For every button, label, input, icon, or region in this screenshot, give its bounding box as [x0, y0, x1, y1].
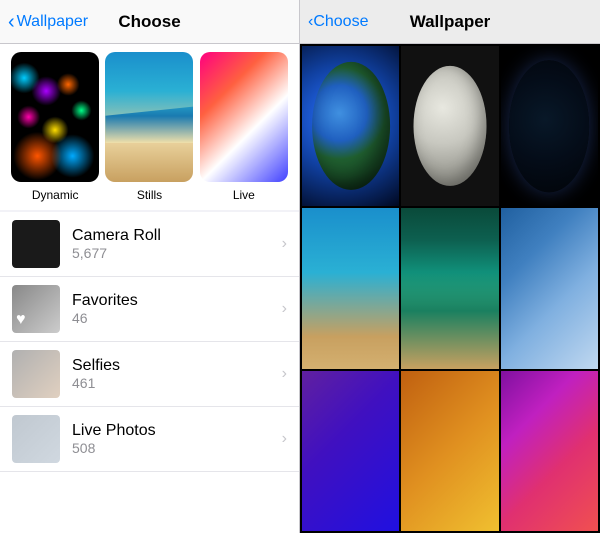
wallpaper-earth[interactable] — [302, 46, 399, 206]
left-back-label: Wallpaper — [17, 13, 88, 31]
favorites-name: Favorites — [72, 292, 282, 310]
dynamic-thumbnail — [11, 52, 99, 182]
favorites-count: 46 — [72, 310, 282, 326]
selfies-count: 461 — [72, 375, 282, 391]
stills-thumb-image — [105, 52, 193, 182]
album-selfies[interactable]: Selfies 461 › — [0, 342, 299, 407]
wallpaper-orange[interactable] — [401, 371, 498, 531]
selfies-thumbnail — [12, 350, 60, 398]
live-thumbnail — [200, 52, 288, 182]
favorites-chevron-icon: › — [282, 300, 287, 318]
favorites-thumbnail — [12, 285, 60, 333]
camera-roll-count: 5,677 — [72, 245, 282, 261]
live-photos-thumbnail — [12, 415, 60, 463]
album-favorites[interactable]: Favorites 46 › — [0, 277, 299, 342]
right-nav-bar: ‹ Choose Wallpaper — [300, 0, 600, 44]
live-photos-text: Live Photos 508 — [72, 422, 282, 456]
category-dynamic[interactable]: Dynamic — [8, 52, 102, 210]
right-back-button[interactable]: ‹ Choose — [308, 13, 368, 31]
wallpaper-ocean[interactable] — [302, 208, 399, 368]
live-thumb-image — [200, 52, 288, 182]
wallpaper-ios-blue[interactable] — [501, 208, 598, 368]
stills-thumbnail — [105, 52, 193, 182]
wallpaper-grid — [300, 44, 600, 533]
favorites-thumb-image — [12, 285, 60, 333]
left-title: Choose — [118, 12, 180, 32]
wallpaper-moon[interactable] — [401, 46, 498, 206]
left-nav-bar: ‹ Wallpaper Choose — [0, 0, 299, 44]
right-title: Wallpaper — [410, 12, 491, 32]
left-back-chevron-icon: ‹ — [8, 12, 15, 32]
wallpaper-teal[interactable] — [401, 208, 498, 368]
album-live-photos[interactable]: Live Photos 508 › — [0, 407, 299, 472]
camera-roll-name: Camera Roll — [72, 227, 282, 245]
wallpaper-flower[interactable] — [501, 371, 598, 531]
stills-label: Stills — [137, 188, 162, 202]
album-list: Camera Roll 5,677 › Favorites 46 › Selfi… — [0, 212, 299, 533]
live-photos-chevron-icon: › — [282, 430, 287, 448]
right-back-label: Choose — [313, 13, 368, 31]
camera-roll-chevron-icon: › — [282, 235, 287, 253]
album-camera-roll[interactable]: Camera Roll 5,677 › — [0, 212, 299, 277]
left-back-button[interactable]: ‹ Wallpaper — [8, 12, 88, 32]
selfies-chevron-icon: › — [282, 365, 287, 383]
camera-roll-text: Camera Roll 5,677 — [72, 227, 282, 261]
dynamic-label: Dynamic — [32, 188, 79, 202]
dynamic-thumb-image — [11, 52, 99, 182]
selfies-text: Selfies 461 — [72, 357, 282, 391]
wallpaper-purple[interactable] — [302, 371, 399, 531]
category-stills[interactable]: Stills — [102, 52, 196, 210]
live-label: Live — [233, 188, 255, 202]
category-live[interactable]: Live — [197, 52, 291, 210]
live-photos-count: 508 — [72, 440, 282, 456]
selfies-name: Selfies — [72, 357, 282, 375]
wallpaper-categories: Dynamic Stills Live — [0, 44, 299, 210]
favorites-text: Favorites 46 — [72, 292, 282, 326]
right-panel: ‹ Choose Wallpaper — [300, 0, 600, 533]
left-panel: ‹ Wallpaper Choose Dynamic Stills Live — [0, 0, 300, 533]
camera-roll-thumbnail — [12, 220, 60, 268]
wallpaper-night-earth[interactable] — [501, 46, 598, 206]
live-photos-name: Live Photos — [72, 422, 282, 440]
